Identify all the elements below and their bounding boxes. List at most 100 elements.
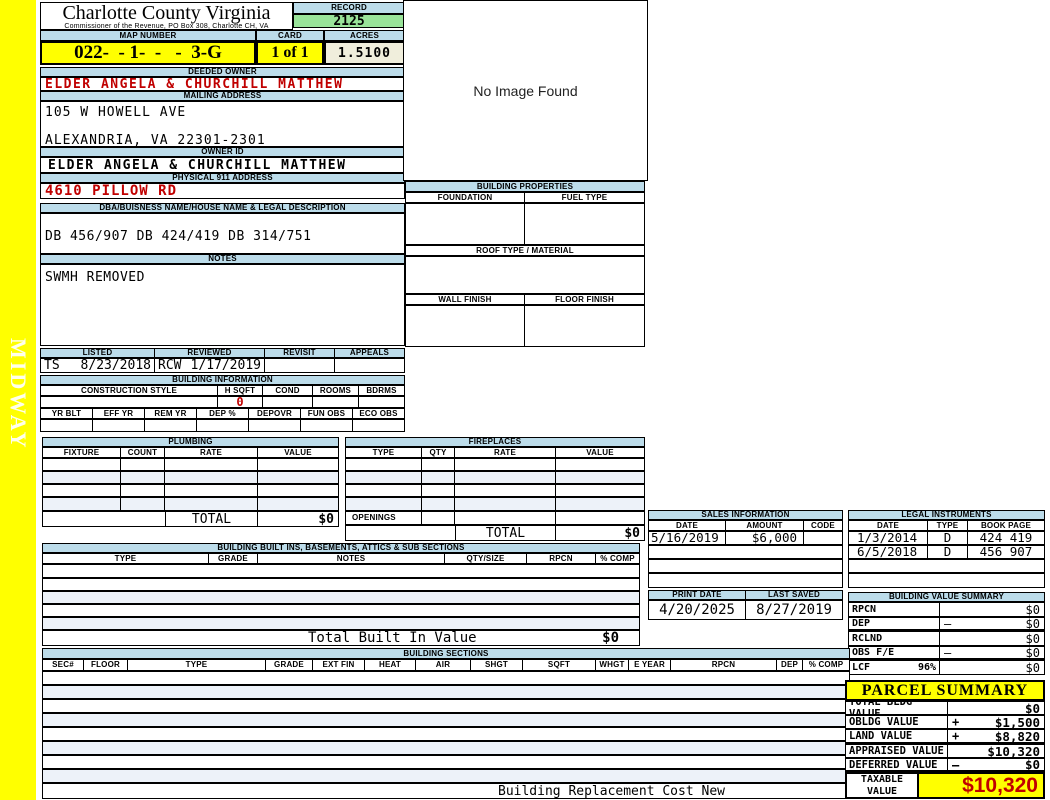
fireplaces-openings-row: OPENINGS (345, 511, 645, 525)
ps-op: – (952, 759, 959, 770)
built-ins-total-value: $0 (602, 630, 619, 646)
hsqft-label: H SQFT (218, 386, 263, 395)
ps-label: APPRAISED VALUE (846, 745, 948, 757)
building-info-header2: YR BLT EFF YR REM YR DEP % DEPOVR FUN OB… (40, 408, 405, 419)
last-saved-label: LAST SAVED (746, 591, 842, 599)
bs-eyear-label: E YEAR (629, 660, 671, 670)
legal-row (848, 573, 1045, 588)
ps-label: TOTAL BLDG VALUE (846, 702, 948, 714)
wall-finish-label: WALL FINISH (406, 295, 525, 304)
listed-label: LISTED (41, 349, 155, 357)
ps-value: $1,500 (995, 716, 1040, 728)
hsqft-value: 0 (218, 397, 263, 407)
print-saved-values: 4/20/2025 8/27/2019 (648, 600, 843, 620)
built-ins-row (42, 591, 640, 604)
mailing-line2: ALEXANDRIA, VA 22301-2301 (41, 119, 404, 147)
revisit-label: REVISIT (265, 349, 335, 357)
fireplaces-header-row: TYPE QTY RATE VALUE (345, 447, 645, 458)
mailing-address-box: 105 W HOWELL AVE ALEXANDRIA, VA 22301-23… (40, 101, 405, 147)
county-title: Charlotte County Virginia (41, 3, 292, 23)
sales-date-label: DATE (649, 521, 726, 530)
mailing-line1: 105 W HOWELL AVE (41, 102, 404, 119)
cond-label: COND (263, 386, 313, 395)
vs-value: $0 (1026, 632, 1040, 645)
ecoobs-label: ECO OBS (353, 409, 404, 418)
legal-row: 1/3/2014 D 424 419 (848, 531, 1045, 545)
legal-title: LEGAL INSTRUMENTS (848, 510, 1045, 520)
taxable-value-row: TAXABLE VALUE $10,320 (845, 772, 1045, 799)
built-ins-title: BUILDING BUILT INS, BASEMENTS, ATTICS & … (42, 543, 640, 553)
plumbing-total-row: TOTAL $0 (42, 511, 339, 527)
legal-type-label: TYPE (928, 521, 968, 530)
reviewed-date: 1/17/2019 (191, 359, 261, 372)
building-sections-row (42, 671, 850, 685)
value-label: VALUE (258, 448, 338, 457)
yrblt-label: YR BLT (41, 409, 93, 418)
acres-value: 1.5100 (324, 41, 405, 65)
review-header-row: LISTED REVIEWED REVISIT APPEALS (40, 348, 405, 358)
legal-bookpage-label: BOOK PAGE (968, 521, 1044, 530)
bs-air-label: AIR (416, 660, 471, 670)
owner-id-value: ELDER ANGELA & CHURCHILL MATTHEW (40, 157, 405, 173)
ps-op: + (952, 716, 959, 728)
legal-header-row: DATE TYPE BOOK PAGE (848, 520, 1045, 531)
value-summary-row: OBS F/E –$0 (848, 646, 1045, 660)
built-ins-row (42, 564, 640, 578)
watermark-midway: MIDWAY (5, 338, 31, 451)
bs-type-label: TYPE (128, 660, 266, 670)
parcel-summary-title: PARCEL SUMMARY (845, 680, 1045, 701)
built-ins-row (42, 578, 640, 591)
value-summary-row: DEP –$0 (848, 617, 1045, 631)
map-number-label: MAP NUMBER (40, 30, 256, 41)
bs-grade-label: GRADE (266, 660, 313, 670)
fireplaces-title: FIREPLACES (345, 437, 645, 447)
parcel-summary-row: OBLDG VALUE + $1,500 (845, 715, 1045, 729)
sale-code (804, 532, 842, 544)
sales-row: 5/16/2019 $6,000 (648, 531, 843, 545)
cond-value (263, 397, 313, 407)
building-sections-header: SEC# FLOOR TYPE GRADE EXT FIN HEAT AIR S… (42, 659, 850, 671)
record-label: RECORD (293, 2, 405, 14)
last-saved-value: 8/27/2019 (746, 601, 842, 619)
notes-value: SWMH REMOVED (41, 265, 404, 284)
built-ins-row (42, 604, 640, 617)
taxable-value: $10,320 (962, 774, 1038, 797)
legal-bookpage: 456 907 (968, 546, 1044, 558)
county-subtitle: Commissioner of the Revenue, PO Box 308,… (41, 23, 292, 30)
taxable-label: TAXABLE VALUE (847, 774, 919, 797)
building-sections-row (42, 727, 850, 741)
built-ins-row (42, 617, 640, 630)
building-sections-row (42, 699, 850, 713)
vs-value: $0 (1026, 618, 1040, 629)
building-info-values2 (40, 419, 405, 432)
funobs-label: FUN OBS (301, 409, 353, 418)
legal-type: D (928, 532, 968, 544)
review-value-row: TS8/23/2018 RCW1/17/2019 (40, 358, 405, 373)
value-summary-row: RCLND $0 (848, 631, 1045, 646)
sales-amount-label: AMOUNT (726, 521, 804, 530)
physical-address-label: PHYSICAL 911 ADDRESS (40, 173, 405, 183)
bdrms-label: BDRMS (359, 386, 404, 395)
building-sections-row (42, 685, 850, 699)
fireplaces-row (345, 458, 645, 471)
bs-sqft-label: SQFT (523, 660, 596, 670)
fp-qty-label: QTY (422, 448, 455, 457)
wall-finish-value (406, 306, 525, 346)
fp-type-label: TYPE (346, 448, 422, 457)
county-header: Charlotte County Virginia Commissioner o… (40, 2, 293, 30)
foundation-fuel-header: FOUNDATION FUEL TYPE (405, 192, 645, 203)
openings-label: OPENINGS (346, 512, 422, 524)
ps-label: LAND VALUE (846, 730, 948, 742)
fireplaces-row (345, 471, 645, 484)
ps-label: OBLDG VALUE (846, 716, 948, 728)
notes-label: NOTES (40, 254, 405, 264)
appeals-label: APPEALS (335, 349, 404, 357)
map-number-value: 022- - 1- - - 3-G (40, 41, 256, 65)
fuel-type-value (525, 204, 644, 244)
bi-type-label: TYPE (43, 554, 209, 563)
property-record-card: { "watermark": "MIDWAY", "no_image_text"… (0, 0, 1050, 800)
print-date-value: 4/20/2025 (649, 601, 746, 619)
bi-rpcn-label: RPCN (527, 554, 596, 563)
property-photo-placeholder: No Image Found (403, 0, 648, 181)
bi-comp-label: % COMP (596, 554, 639, 563)
